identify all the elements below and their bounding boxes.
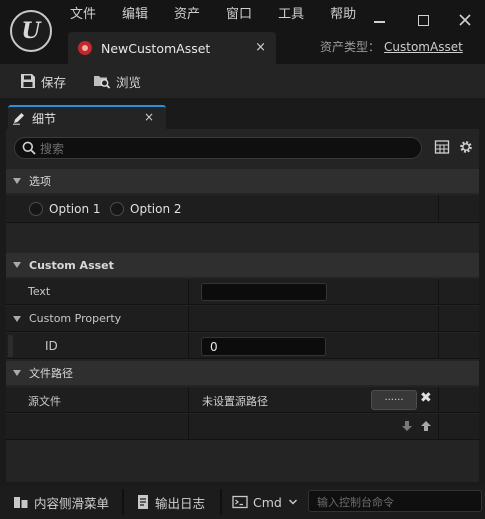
section-custom-asset-title: Custom Asset <box>29 258 114 272</box>
indent-marker <box>8 335 13 357</box>
browse-label: 浏览 <box>116 74 142 90</box>
column-divider <box>438 414 439 440</box>
menu-help[interactable]: 帮助 <box>322 4 364 26</box>
asset-type-link[interactable]: CustomAsset <box>384 40 463 54</box>
arrow-down-icon[interactable] <box>401 420 413 432</box>
radio-option-1-label: Option 1 <box>49 202 101 216</box>
id-property-row: ID 0 <box>6 333 479 359</box>
clear-source-icon[interactable]: ✖ <box>420 390 432 406</box>
id-property-label: ID <box>45 339 58 353</box>
details-tab-close-icon[interactable]: × <box>144 110 154 124</box>
column-divider <box>188 279 189 305</box>
cmd-label: Cmd <box>253 494 282 510</box>
pencil-icon <box>13 113 24 125</box>
output-log-icon <box>138 495 148 509</box>
text-property-label: Text <box>28 285 51 298</box>
asset-type-indicator: 资产类型： CustomAsset <box>320 38 463 55</box>
output-log-button[interactable]: 输出日志 <box>124 485 220 519</box>
radio-option-2-label: Option 2 <box>130 202 182 216</box>
save-icon <box>21 74 35 88</box>
column-divider <box>438 306 439 332</box>
pick-source-file-button[interactable]: ...... <box>371 390 417 410</box>
content-drawer-label: 内容侧滑菜单 <box>34 495 110 511</box>
save-label: 保存 <box>41 74 67 90</box>
menu-asset[interactable]: 资产 <box>166 4 208 26</box>
arrow-up-icon[interactable] <box>420 420 432 432</box>
source-path-value: 未设置源路径 <box>202 395 268 408</box>
custom-asset-icon <box>78 41 92 55</box>
radio-circle-icon <box>110 202 124 216</box>
asset-editor-tab[interactable]: NewCustomAsset × <box>68 32 276 64</box>
collapse-arrow-icon <box>13 262 21 268</box>
minimize-icon <box>373 20 385 23</box>
column-divider <box>438 333 439 359</box>
radio-option-1[interactable]: Option 1 <box>29 202 101 216</box>
cmd-dropdown[interactable]: Cmd <box>222 485 304 519</box>
search-icon <box>22 141 36 155</box>
content-drawer-button[interactable]: 内容侧滑菜单 <box>0 485 122 519</box>
menu-file[interactable]: 文件 <box>62 4 104 26</box>
details-panel: 搜索 选项 Option 1 Option 2 Custom Asset Tex… <box>6 129 479 482</box>
custom-property-row[interactable]: Custom Property <box>6 306 479 332</box>
title-bar: U 文件 编辑 资产 窗口 工具 帮助 NewCustomAsset × 资产类… <box>0 0 485 64</box>
maximize-icon <box>417 14 429 26</box>
column-divider <box>438 279 439 305</box>
text-property-row: Text <box>6 279 479 305</box>
unreal-logo-icon[interactable]: U <box>10 10 52 52</box>
column-divider <box>438 387 439 413</box>
custom-property-label: Custom Property <box>29 312 122 325</box>
column-divider <box>188 387 189 413</box>
console-command-input[interactable]: 输入控制台命令 <box>308 490 482 512</box>
minimize-button[interactable] <box>364 8 394 32</box>
browse-folder-icon <box>94 76 111 89</box>
menu-tools[interactable]: 工具 <box>270 4 312 26</box>
section-file-path-title: 文件路径 <box>29 367 73 380</box>
output-log-label: 输出日志 <box>155 495 206 511</box>
details-tab[interactable]: 细节 × <box>8 105 166 129</box>
source-file-row: 源文件 未设置源路径 ...... ✖ <box>6 387 479 413</box>
section-file-path-header[interactable]: 文件路径 <box>6 361 479 385</box>
maximize-button[interactable] <box>408 8 438 32</box>
chevron-down-icon <box>288 499 297 505</box>
section-options-header[interactable]: 选项 <box>6 169 479 193</box>
panel-icons <box>434 139 474 155</box>
gear-icon[interactable] <box>458 139 474 155</box>
id-property-input[interactable]: 0 <box>201 337 326 356</box>
menu-bar: 文件 编辑 资产 窗口 工具 帮助 <box>62 4 374 26</box>
table-view-icon[interactable] <box>434 139 450 155</box>
section-custom-asset-header[interactable]: Custom Asset <box>6 253 479 277</box>
reorder-row <box>6 414 479 440</box>
radio-circle-icon <box>29 202 43 216</box>
column-divider <box>188 333 189 359</box>
column-divider <box>438 195 439 221</box>
asset-tab-close-icon[interactable]: × <box>255 40 266 55</box>
asset-tab-label: NewCustomAsset <box>101 40 211 56</box>
source-file-label: 源文件 <box>28 395 61 408</box>
column-divider <box>188 414 189 440</box>
close-window-button[interactable] <box>450 8 480 32</box>
asset-toolbar: 保存 浏览 <box>0 64 485 98</box>
radio-option-2[interactable]: Option 2 <box>110 202 182 216</box>
status-bar: 内容侧滑菜单 输出日志 Cmd 输入控制台命令 <box>0 485 485 519</box>
options-row: Option 1 Option 2 <box>6 195 479 223</box>
asset-type-label: 资产类型： <box>320 40 381 54</box>
details-tab-label: 细节 <box>32 111 57 126</box>
column-divider <box>188 306 189 332</box>
menu-edit[interactable]: 编辑 <box>114 4 156 26</box>
terminal-icon <box>232 495 248 509</box>
browse-button[interactable]: 浏览 <box>93 71 141 91</box>
close-icon <box>459 14 471 26</box>
logo-letter: U <box>21 18 41 44</box>
collapse-arrow-icon <box>13 370 21 376</box>
menu-window[interactable]: 窗口 <box>218 4 260 26</box>
content-drawer-icon <box>14 497 28 508</box>
search-box[interactable]: 搜索 <box>14 137 422 159</box>
text-property-input[interactable] <box>201 283 327 301</box>
collapse-arrow-icon <box>13 316 21 322</box>
collapse-arrow-icon <box>13 178 21 184</box>
section-options-title: 选项 <box>29 175 51 188</box>
details-panel-area: 细节 × 搜索 选项 Option 1 Option 2 Custom Asse… <box>0 98 485 485</box>
save-button[interactable]: 保存 <box>20 71 66 91</box>
search-placeholder: 搜索 <box>40 141 65 156</box>
